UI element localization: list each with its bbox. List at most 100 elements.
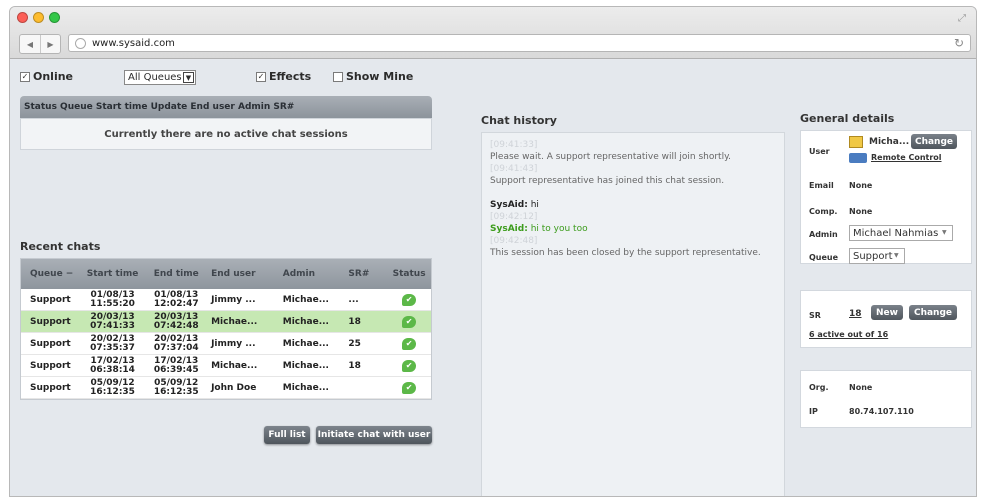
col-admin[interactable]: Admin: [277, 269, 343, 279]
back-button[interactable]: ◀: [20, 35, 40, 53]
cell-admin: Michae...: [282, 338, 329, 349]
cell-end-time: 01/08/13 12:02:47: [146, 290, 206, 309]
cell-end-user: John Doe: [211, 382, 257, 393]
table-row[interactable]: Support 05/09/12 16:12:35 05/09/12 16:12:35 J…: [21, 377, 431, 399]
initiate-chat-button[interactable]: Initiate chat with user: [316, 426, 432, 444]
chat-sender: SysAid:: [490, 224, 528, 234]
chat-status-icon[interactable]: ✔: [402, 315, 417, 328]
close-window-button[interactable]: [17, 12, 28, 23]
table-row[interactable]: Support 17/02/13 06:38:14 17/02/13 06:39:45 M…: [21, 355, 431, 377]
forward-button[interactable]: ▶: [40, 35, 60, 53]
url-text: www.sysaid.com: [92, 37, 175, 49]
new-sr-button[interactable]: New: [871, 305, 903, 320]
cell-admin: Michae...: [282, 316, 329, 327]
chat-timestamp: [09:41:33]: [490, 140, 538, 150]
chat-status-icon[interactable]: ✔: [402, 293, 417, 306]
effects-checkbox[interactable]: ✓ Effects: [256, 70, 311, 83]
cell-start-time: 01/08/13 11:55:20: [79, 290, 147, 309]
col-status[interactable]: Status: [387, 269, 431, 279]
chat-text: This session has been closed by the supp…: [490, 248, 761, 258]
active-sr-link[interactable]: 6 active out of 16: [809, 330, 888, 339]
fullscreen-icon[interactable]: ⤢: [958, 13, 966, 24]
cell-end-clock: 07:42:48: [153, 320, 199, 331]
effects-check-box[interactable]: ✓: [256, 71, 266, 82]
chat-timestamp: [09:42:48]: [490, 236, 538, 246]
cell-sr: 18: [348, 316, 361, 327]
ip-label: IP: [809, 407, 818, 416]
table-row[interactable]: Support 01/08/13 11:55:20 01/08/13 12:02:47 J…: [21, 289, 431, 311]
zoom-window-button[interactable]: [49, 12, 60, 23]
cell-queue: Support: [30, 338, 71, 349]
chat-text: hi to you too: [530, 224, 588, 234]
user-details-card: User Micha... Change Remote Control Emai…: [800, 130, 972, 264]
user-value[interactable]: Micha...: [869, 137, 909, 147]
cell-start-clock: 06:38:14: [90, 364, 135, 375]
sr-card: SR 18 New Change 6 active out of 16: [800, 290, 972, 348]
cell-status: ✔: [387, 359, 431, 372]
admin-select[interactable]: Michael Nahmias ▼: [849, 225, 953, 241]
chevron-down-icon[interactable]: ▼: [183, 72, 194, 83]
chat-status-icon[interactable]: ✔: [402, 359, 417, 372]
org-card: Org. None IP 80.74.107.110: [800, 370, 972, 428]
history-nav: ◀ ▶: [19, 34, 61, 54]
org-value: None: [849, 383, 873, 392]
chat-text: hi: [530, 200, 539, 210]
cell-admin: Michae...: [282, 360, 329, 371]
chat-spacer: [490, 187, 776, 199]
queue-detail-value: Support: [853, 250, 893, 262]
cell-status: ✔: [387, 293, 431, 306]
minimize-window-button[interactable]: [33, 12, 44, 23]
col-end-time[interactable]: End time: [146, 269, 206, 279]
col-start-time[interactable]: Start time: [79, 269, 147, 279]
recent-table-body: Support 01/08/13 11:55:20 01/08/13 12:02:47 J…: [21, 289, 431, 399]
change-user-button[interactable]: Change: [911, 134, 957, 149]
change-sr-button[interactable]: Change: [909, 305, 957, 320]
col-end-user[interactable]: End user: [206, 269, 277, 279]
chevron-down-icon[interactable]: ▼: [894, 252, 902, 260]
chat-toolbar: ✓ Online All Queues ▼ ✓ Effects Show Min…: [20, 66, 970, 86]
remote-control-link[interactable]: Remote Control: [871, 153, 942, 162]
cell-queue: Support: [30, 360, 71, 371]
browser-window: ⤢ ◀ ▶ www.sysaid.com ↻ ✓ Online All Queu…: [9, 6, 977, 497]
reload-icon[interactable]: ↻: [954, 36, 964, 50]
cell-start-clock: 16:12:35: [90, 386, 135, 397]
cell-end-time: 20/02/13 07:37:04: [146, 334, 206, 353]
queue-select[interactable]: All Queues ▼: [124, 70, 196, 85]
cell-end-clock: 12:02:47: [153, 298, 199, 309]
col-sr[interactable]: SR#: [342, 269, 387, 279]
online-checkbox[interactable]: ✓ Online: [20, 70, 73, 83]
full-list-button[interactable]: Full list: [264, 426, 310, 444]
chat-message: Support representative has joined this c…: [490, 175, 776, 187]
address-bar[interactable]: www.sysaid.com ↻: [68, 34, 971, 52]
chat-history-log[interactable]: [09:41:33] Please wait. A support represe…: [481, 132, 785, 496]
online-check-box[interactable]: ✓: [20, 71, 30, 82]
remote-control-icon[interactable]: [849, 153, 867, 163]
active-sessions-panel: Status Queue Start time Update End user …: [20, 96, 432, 150]
table-row[interactable]: Support 20/02/13 07:35:37 20/02/13 07:37:04 J…: [21, 333, 431, 355]
user-edit-icon[interactable]: [849, 136, 863, 148]
col-queue[interactable]: Queue −: [21, 269, 79, 279]
cell-start-clock: 07:41:33: [90, 320, 135, 331]
queue-detail-select[interactable]: Support ▼: [849, 248, 905, 264]
recent-chats-title: Recent chats: [20, 240, 101, 253]
recent-chats-table: Queue − Start time End time End user Adm…: [20, 258, 432, 400]
chevron-down-icon[interactable]: ▼: [942, 229, 950, 237]
chat-status-icon[interactable]: ✔: [402, 381, 417, 394]
chat-sender: SysAid:: [490, 200, 528, 210]
sr-value-link[interactable]: 18: [849, 309, 862, 319]
chat-history-title: Chat history: [481, 114, 557, 127]
table-row[interactable]: Support 20/03/13 07:41:33 20/03/13 07:42:48 M…: [21, 311, 431, 333]
window-controls: [17, 12, 60, 23]
cell-end-clock: 07:37:04: [153, 342, 199, 353]
show-mine-check-box[interactable]: [333, 71, 343, 82]
cell-start-time: 20/02/13 07:35:37: [79, 334, 147, 353]
comp-value: None: [849, 207, 873, 216]
show-mine-checkbox[interactable]: Show Mine: [333, 70, 413, 83]
cell-sr: ...: [348, 294, 359, 305]
chat-history-panel: Chat history [09:41:33] Please wait. A su…: [455, 102, 795, 496]
admin-label: Admin: [809, 230, 838, 239]
cell-queue: Support: [30, 316, 71, 327]
email-label: Email: [809, 181, 834, 190]
ip-value: 80.74.107.110: [849, 407, 914, 416]
chat-status-icon[interactable]: ✔: [402, 337, 417, 350]
